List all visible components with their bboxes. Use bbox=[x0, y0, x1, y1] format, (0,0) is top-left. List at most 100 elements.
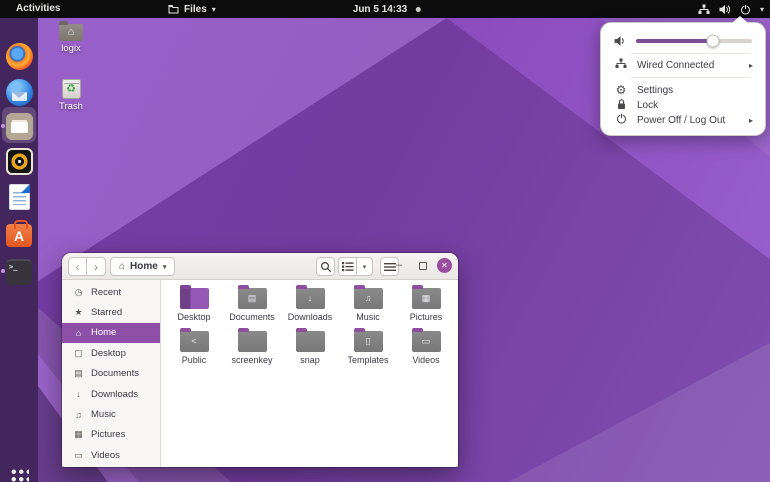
file-name: Music bbox=[339, 312, 397, 322]
desktop-icon-logix[interactable]: ⌂ logix bbox=[47, 20, 95, 54]
sidebar-item-home[interactable]: ⌂ Home bbox=[62, 323, 160, 343]
file-item-pictures[interactable]: ▦ Pictures bbox=[397, 285, 455, 328]
dock-item-rhythmbox[interactable] bbox=[5, 147, 33, 175]
sidebar-item-pictures[interactable]: ▦ Pictures bbox=[62, 425, 160, 445]
sidebar-item-label: Desktop bbox=[91, 348, 126, 359]
sidebar-item-starred[interactable]: ★ Starred bbox=[62, 302, 160, 322]
system-menu: Wired Connected ▸ ⚙ Settings Lock bbox=[600, 22, 766, 136]
show-applications-button[interactable] bbox=[5, 463, 33, 482]
files-window: ‹ › ⌂ Home ▾ bbox=[62, 253, 458, 467]
power-icon bbox=[614, 113, 628, 127]
file-item-downloads[interactable]: ↓ Downloads bbox=[281, 285, 339, 328]
sidebar-item-documents[interactable]: ▤ Documents bbox=[62, 364, 160, 384]
sidebar-item-label: Videos bbox=[91, 450, 120, 461]
file-name: Desktop bbox=[165, 312, 223, 322]
sidebar-item-label: Music bbox=[91, 409, 116, 420]
menu-item-wired-connected[interactable]: Wired Connected ▸ bbox=[614, 57, 757, 73]
volume-slider[interactable] bbox=[636, 39, 752, 43]
menu-separator bbox=[631, 77, 751, 78]
document-emblem-icon: ▤ bbox=[248, 294, 257, 303]
sidebar-item-downloads[interactable]: ↓ Downloads bbox=[62, 384, 160, 404]
file-name: Documents bbox=[223, 312, 281, 322]
sidebar-item-videos[interactable]: ▭ Videos bbox=[62, 445, 160, 465]
submenu-arrow-icon: ▸ bbox=[749, 116, 757, 125]
sidebar-item-label: Home bbox=[91, 327, 116, 338]
clock-button[interactable]: Jun 5 14:33 bbox=[353, 0, 421, 18]
dock-item-terminal[interactable]: >_ bbox=[5, 258, 33, 286]
menu-item-label: Wired Connected bbox=[637, 60, 714, 71]
file-item-templates[interactable]: ▯ Templates bbox=[339, 328, 397, 371]
close-button[interactable]: ✕ bbox=[437, 258, 452, 273]
share-emblem-icon: < bbox=[191, 337, 196, 346]
file-name: Videos bbox=[397, 355, 455, 365]
sidebar-item-label: Starred bbox=[91, 307, 122, 318]
sidebar-item-recent[interactable]: ◷ Recent bbox=[62, 282, 160, 302]
forward-button[interactable]: › bbox=[87, 257, 106, 276]
trash-icon: ♻ bbox=[62, 79, 81, 99]
terminal-icon: >_ bbox=[6, 259, 32, 285]
sidebar-item-music[interactable]: ♫ Music bbox=[62, 404, 160, 424]
maximize-button[interactable] bbox=[419, 262, 427, 270]
file-item-screenkey[interactable]: screenkey bbox=[223, 328, 281, 371]
libreoffice-writer-icon bbox=[9, 184, 30, 210]
window-titlebar[interactable]: ‹ › ⌂ Home ▾ bbox=[62, 253, 458, 280]
dock: A >_ bbox=[0, 18, 38, 482]
star-icon: ★ bbox=[73, 307, 84, 318]
file-name: screenkey bbox=[223, 355, 281, 365]
app-menu-button[interactable]: Files ▾ bbox=[168, 0, 216, 18]
search-button[interactable] bbox=[316, 257, 335, 276]
volume-slider-fill bbox=[636, 39, 713, 43]
system-indicators[interactable]: ▾ bbox=[698, 0, 764, 18]
files-icon bbox=[6, 113, 33, 140]
dock-item-ubuntu-software[interactable]: A bbox=[5, 220, 33, 248]
search-icon bbox=[320, 261, 332, 273]
volume-slider-handle[interactable] bbox=[706, 35, 719, 48]
home-icon: ⌂ bbox=[119, 261, 125, 272]
file-item-desktop[interactable]: Desktop bbox=[165, 285, 223, 328]
document-icon: ▤ bbox=[73, 368, 84, 379]
file-grid: Desktop ▤ Documents ↓ Downloads ♫ Music … bbox=[161, 280, 458, 467]
download-emblem-icon: ↓ bbox=[308, 294, 313, 303]
minimize-button[interactable]: – bbox=[392, 256, 406, 275]
picture-emblem-icon: ▦ bbox=[422, 294, 431, 303]
menu-item-label: Lock bbox=[637, 100, 658, 111]
menu-item-power-off-log-out[interactable]: Power Off / Log Out ▸ bbox=[614, 112, 757, 128]
home-folder-icon: ⌂ bbox=[59, 24, 83, 41]
clock-label: Jun 5 14:33 bbox=[353, 4, 407, 15]
file-item-public[interactable]: < Public bbox=[165, 328, 223, 371]
file-item-snap[interactable]: snap bbox=[281, 328, 339, 371]
desktop-icon-trash[interactable]: ♻ Trash bbox=[47, 79, 95, 112]
folder-icon: ↓ bbox=[296, 288, 325, 309]
home-icon: ⌂ bbox=[68, 27, 75, 38]
menu-item-label: Settings bbox=[637, 85, 673, 96]
dock-item-thunderbird[interactable] bbox=[5, 78, 33, 106]
list-view-button[interactable] bbox=[338, 257, 357, 276]
dock-item-firefox[interactable] bbox=[5, 42, 33, 70]
popover-pointer bbox=[732, 16, 748, 23]
activities-button[interactable]: Activities bbox=[12, 0, 64, 18]
folder-icon: ▤ bbox=[238, 288, 267, 309]
path-bar-button[interactable]: ⌂ Home ▾ bbox=[110, 257, 175, 276]
music-emblem-icon: ♫ bbox=[365, 294, 372, 303]
recycle-icon: ♻ bbox=[66, 84, 76, 95]
places-sidebar: ◷ Recent ★ Starred ⌂ Home ▢ Desktop ▤ bbox=[62, 280, 161, 467]
file-item-music[interactable]: ♫ Music bbox=[339, 285, 397, 328]
volume-icon bbox=[719, 4, 731, 15]
file-item-videos[interactable]: ▭ Videos bbox=[397, 328, 455, 371]
dock-item-files[interactable] bbox=[5, 112, 33, 140]
chevron-down-icon: ▾ bbox=[363, 263, 367, 271]
video-icon: ▭ bbox=[73, 450, 84, 461]
menu-item-lock[interactable]: Lock bbox=[614, 97, 757, 113]
folder-icon: ▭ bbox=[412, 331, 441, 352]
dock-item-libreoffice-writer[interactable] bbox=[5, 183, 33, 211]
file-name: snap bbox=[281, 355, 339, 365]
view-options-dropdown[interactable]: ▾ bbox=[357, 257, 373, 276]
folder-icon bbox=[168, 4, 179, 14]
back-button[interactable]: ‹ bbox=[68, 257, 87, 276]
speaker-icon bbox=[614, 35, 627, 47]
download-icon: ↓ bbox=[73, 389, 84, 399]
file-item-documents[interactable]: ▤ Documents bbox=[223, 285, 281, 328]
clock-icon: ◷ bbox=[73, 287, 84, 298]
sidebar-item-desktop[interactable]: ▢ Desktop bbox=[62, 343, 160, 363]
menu-item-settings[interactable]: ⚙ Settings bbox=[614, 82, 757, 98]
